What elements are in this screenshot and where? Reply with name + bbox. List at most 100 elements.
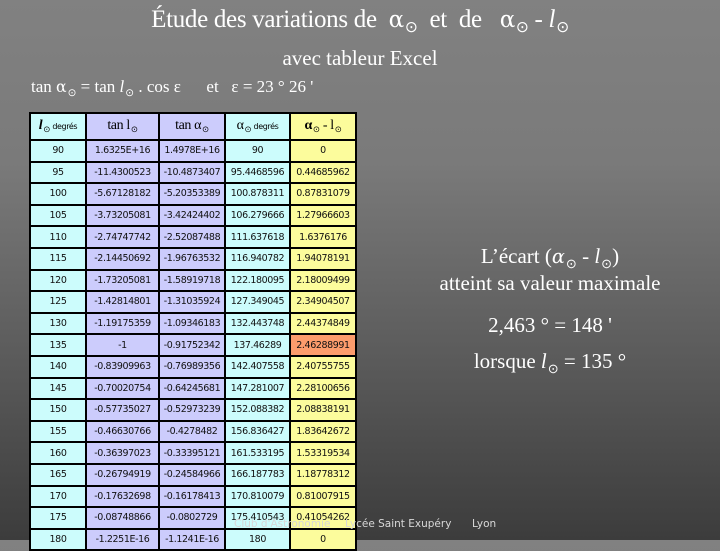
- cell-alpha-minus-l: 2.44374849: [289, 311, 357, 336]
- cell-tan-l: -1: [85, 333, 160, 357]
- cell-l-degrees: 115: [29, 246, 87, 271]
- cell-tan-alpha: -0.4278482: [158, 419, 226, 444]
- cell-tan-l: -0.36397023: [85, 441, 160, 465]
- formula: tan α⊙ = tan l⊙ . cos ε et ε = 23 ° 26 ': [31, 77, 313, 99]
- table-row: 135 -1 -0.91752342 137.46289 2.46288991: [29, 333, 357, 357]
- cell-tan-alpha: -0.24584966: [158, 462, 226, 487]
- cell-tan-alpha: -1.1241E-16: [158, 527, 226, 551]
- cell-tan-l: -3.73205081: [85, 203, 160, 228]
- cell-tan-alpha: -0.64245681: [158, 376, 226, 401]
- cell-alpha-degrees: 100.878311: [224, 182, 291, 206]
- cell-tan-l: -1.42814801: [85, 290, 160, 314]
- cell-tan-l: -5.67128182: [85, 182, 160, 206]
- cell-alpha-minus-l: 0: [289, 527, 357, 551]
- table-row: 160 -0.36397023 -0.33395121 161.533195 1.533…: [29, 441, 357, 465]
- epsilon-value: et ε = 23 ° 26 ': [180, 77, 314, 96]
- cell-l-degrees: 135: [29, 333, 87, 357]
- conclusion-line-4: lorsque l⊙ = 135 °: [380, 349, 720, 377]
- table-row: 125 -1.42814801 -1.31035924 127.349045 2.349…: [29, 290, 357, 314]
- header-label: tan α: [175, 117, 202, 133]
- conclusion-text: -: [576, 244, 595, 268]
- cell-tan-l: -0.70020754: [85, 376, 160, 401]
- cell-alpha-degrees: 152.088382: [224, 398, 291, 422]
- cell-l-degrees: 140: [29, 354, 87, 379]
- cell-l-degrees: 110: [29, 225, 87, 249]
- cell-alpha-minus-l: 0.81007915: [289, 484, 357, 509]
- cell-tan-l: -0.46630766: [85, 419, 160, 444]
- cell-l-degrees: 160: [29, 441, 87, 465]
- alpha-symbol: α: [56, 77, 67, 96]
- cell-tan-l: -2.74747742: [85, 225, 160, 249]
- header-unit: degrés: [251, 121, 279, 131]
- cell-tan-alpha: -0.16178413: [158, 484, 226, 509]
- cell-l-degrees: 170: [29, 484, 87, 509]
- cell-alpha-degrees: 116.940782: [224, 246, 291, 271]
- cell-alpha-degrees: 147.281007: [224, 376, 291, 401]
- cell-alpha-minus-l: 0.44685962: [289, 160, 357, 185]
- sun-symbol-icon: ⊙: [601, 255, 613, 271]
- cell-alpha-degrees: 106.279666: [224, 203, 291, 228]
- page-title: Étude des variations de α⊙ et de α⊙ - l⊙: [0, 6, 720, 37]
- sun-symbol-icon: ⊙: [515, 19, 529, 37]
- table-row: 150 -0.57735027 -0.52973239 152.088382 2.088…: [29, 398, 357, 422]
- table-row: 90 1.6325E+16 1.4978E+16 90 0: [29, 139, 357, 163]
- conclusion-text: = 135 °: [558, 349, 627, 373]
- conclusion-text: lorsque: [473, 349, 541, 373]
- cell-tan-alpha: -1.96763532: [158, 246, 226, 271]
- cell-tan-l: -2.14450692: [85, 246, 160, 271]
- cell-tan-alpha: -0.91752342: [158, 333, 226, 357]
- data-table: l⊙ degrés tan l⊙ tan α⊙ α⊙ degrés α⊙ - l…: [29, 112, 357, 551]
- cell-tan-alpha: -0.33395121: [158, 441, 226, 465]
- cell-l-degrees: 125: [29, 290, 87, 314]
- cell-tan-alpha: -1.58919718: [158, 268, 226, 293]
- cell-alpha-minus-l: 2.28100656: [289, 376, 357, 401]
- conclusion-line-1: L’écart (α⊙ - l⊙): [380, 244, 720, 272]
- cell-alpha-degrees: 170.810079: [224, 484, 291, 509]
- header-label: α: [236, 117, 244, 133]
- cell-alpha-degrees: 161.533195: [224, 441, 291, 465]
- cell-tan-l: -0.17632698: [85, 484, 160, 509]
- subtitle: avec tableur Excel: [282, 46, 438, 70]
- cell-alpha-minus-l: 0: [289, 139, 357, 163]
- footer-club: Club d'Astronomie: [234, 518, 331, 530]
- header-alpha-minus-l: α⊙ - l⊙: [289, 112, 357, 141]
- alpha-symbol: α: [499, 7, 516, 33]
- conclusion-line-2: atteint sa valeur maximale: [439, 271, 661, 295]
- cell-tan-l: 1.6325E+16: [85, 139, 160, 163]
- cell-tan-alpha: -0.0802729: [158, 506, 226, 530]
- conclusion-max-value: 2,463 ° = 148 ': [488, 313, 612, 337]
- title-text: et de: [417, 6, 500, 33]
- l-symbol: l: [119, 77, 125, 96]
- cell-alpha-degrees: 156.836427: [224, 419, 291, 444]
- sun-symbol-icon: ⊙: [312, 124, 320, 135]
- cell-tan-alpha: -3.42424402: [158, 203, 226, 228]
- alpha-symbol: α: [551, 245, 565, 268]
- header-label: tan l: [107, 117, 130, 133]
- cell-l-degrees: 175: [29, 506, 87, 530]
- table-row: 105 -3.73205081 -3.42424402 106.279666 1.279…: [29, 203, 357, 228]
- table-row: 95 -11.4300523 -10.4873407 95.4468596 0.4468…: [29, 160, 357, 185]
- cell-tan-l: -0.57735027: [85, 398, 160, 422]
- conclusion-text: L’écart (: [480, 244, 552, 268]
- table-row: 180 -1.2251E-16 -1.1241E-16 180 0: [29, 527, 357, 551]
- table-row: 120 -1.73205081 -1.58919718 122.180095 2.180…: [29, 268, 357, 293]
- table-row: 115 -2.14450692 -1.96763532 116.940782 1.940…: [29, 246, 357, 271]
- cell-tan-alpha: -1.31035924: [158, 290, 226, 314]
- cell-alpha-degrees: 180: [224, 527, 291, 551]
- cell-l-degrees: 150: [29, 398, 87, 422]
- cell-tan-alpha: -0.52973239: [158, 398, 226, 422]
- header-tan-alpha: tan α⊙: [158, 112, 226, 141]
- cell-alpha-degrees: 142.407558: [224, 354, 291, 379]
- cell-alpha-degrees: 137.46289: [224, 333, 291, 357]
- cell-l-degrees: 95: [29, 160, 87, 185]
- sun-symbol-icon: ⊙: [404, 19, 418, 37]
- alpha-symbol: α: [388, 7, 405, 33]
- l-symbol: l: [540, 349, 547, 373]
- l-symbol: l: [594, 244, 601, 268]
- l-symbol: l: [548, 6, 556, 33]
- formula-text: = tan: [76, 77, 120, 96]
- footer-city: Lyon: [472, 518, 497, 530]
- cell-l-degrees: 155: [29, 419, 87, 444]
- cell-tan-alpha: -1.09346183: [158, 311, 226, 336]
- header-alpha-degrees: α⊙ degrés: [224, 112, 291, 141]
